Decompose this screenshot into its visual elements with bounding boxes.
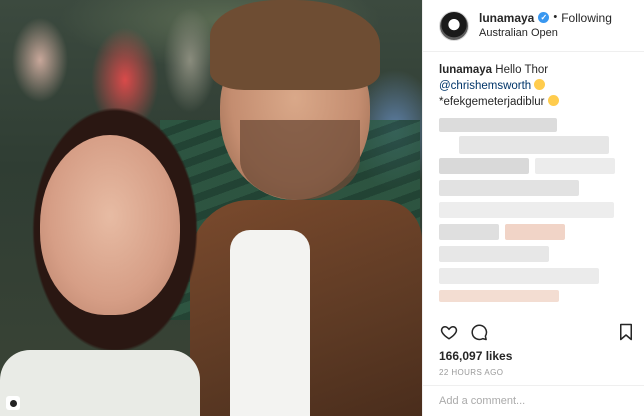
smiling-face-icon xyxy=(534,79,546,91)
beard xyxy=(240,120,360,200)
woman-shirt xyxy=(0,350,200,416)
avatar[interactable] xyxy=(439,10,469,41)
separator-dot: • xyxy=(553,11,558,24)
man-hair xyxy=(210,0,380,90)
blurred-comments xyxy=(439,118,628,318)
header-text: lunamaya ✓ • Following Australian Open xyxy=(479,11,612,41)
location-link[interactable]: Australian Open xyxy=(479,27,612,40)
username-link[interactable]: lunamaya xyxy=(479,11,534,25)
heart-icon[interactable] xyxy=(439,322,459,342)
following-button[interactable]: Following xyxy=(561,11,612,25)
comment-icon[interactable] xyxy=(469,322,489,342)
post-photo[interactable] xyxy=(0,0,422,416)
caption-username[interactable]: lunamaya xyxy=(439,64,492,76)
header-row: lunamaya ✓ • Following xyxy=(479,11,612,25)
like-count[interactable]: 166,097 likes xyxy=(439,349,512,363)
tag-indicator-icon[interactable] xyxy=(6,396,20,410)
bookmark-icon[interactable] xyxy=(616,322,636,342)
post-timestamp[interactable]: 22 HOURS AGO xyxy=(439,368,503,377)
comment-input[interactable] xyxy=(439,395,628,407)
caption-text: Hello Thor xyxy=(495,64,549,76)
t-shirt xyxy=(230,230,310,416)
comment-bar xyxy=(423,385,644,416)
woman-figure xyxy=(0,80,230,416)
verified-badge-icon: ✓ xyxy=(538,12,550,24)
laughing-face-icon xyxy=(547,95,559,107)
post-header: lunamaya ✓ • Following Australian Open xyxy=(423,0,644,52)
caption-mention[interactable]: @chrishemsworth xyxy=(439,80,531,92)
action-bar xyxy=(439,322,636,342)
caption-hashtag-line: *efekgemeterjadiblur xyxy=(439,96,545,109)
post-sidebar: lunamaya ✓ • Following Australian Open l… xyxy=(422,0,644,416)
caption: lunamaya Hello Thor @chrishemsworth *efe… xyxy=(423,52,644,110)
woman-face xyxy=(40,135,180,315)
